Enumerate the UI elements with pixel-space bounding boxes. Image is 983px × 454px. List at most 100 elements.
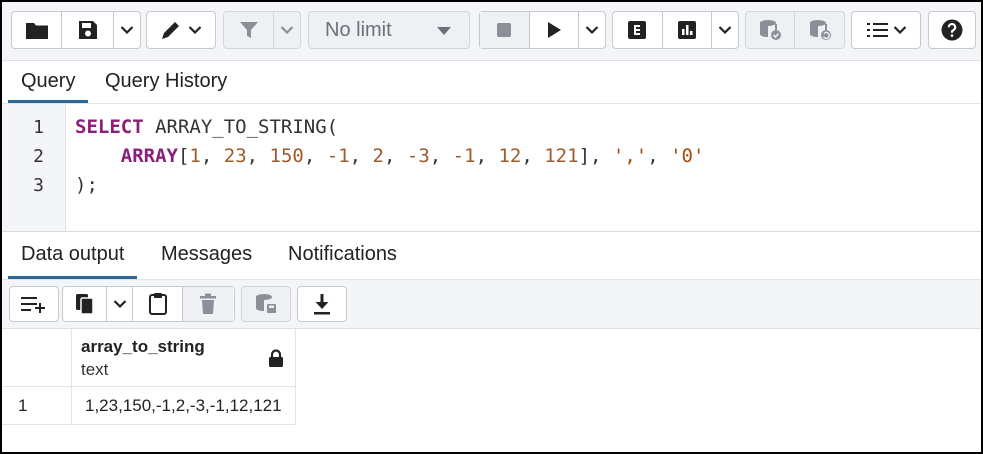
code-token: ARRAY	[120, 145, 178, 167]
save-file-button[interactable]	[62, 12, 114, 48]
bar-chart-icon	[677, 21, 696, 39]
play-icon	[547, 22, 561, 38]
edit-menu-button[interactable]	[147, 12, 215, 48]
chevron-down-icon	[585, 26, 599, 35]
execute-button[interactable]	[530, 12, 580, 48]
code-token: 1	[189, 145, 201, 167]
code-token: ,	[429, 145, 453, 167]
filter-button[interactable]	[224, 12, 274, 48]
database-rollback-icon	[809, 20, 831, 40]
tab-data-output[interactable]: Data output	[8, 233, 138, 279]
code-token: ,	[200, 145, 224, 167]
save-data-group	[241, 286, 291, 322]
tab-query[interactable]: Query	[8, 61, 89, 103]
line-number-gutter: 1 2 3	[2, 104, 66, 231]
chevron-down-icon	[188, 26, 202, 35]
help-button[interactable]	[929, 12, 975, 48]
code-token: ,	[349, 145, 373, 167]
delete-button[interactable]	[183, 287, 233, 321]
code-token: 12	[498, 145, 522, 167]
code-token: 23	[223, 145, 247, 167]
chevron-down-icon	[893, 26, 906, 35]
execute-options-dropdown[interactable]	[579, 12, 605, 48]
list-icon	[866, 23, 888, 37]
add-row-group	[9, 286, 59, 322]
database-commit-icon	[760, 20, 781, 40]
copy-button[interactable]	[63, 287, 107, 321]
code-token: -1	[452, 145, 476, 167]
chevron-down-icon	[718, 26, 732, 35]
code-token: 2	[372, 145, 384, 167]
chevron-down-icon	[280, 26, 294, 35]
tab-messages[interactable]: Messages	[148, 233, 265, 279]
download-button[interactable]	[298, 287, 346, 321]
code-line: );	[75, 174, 98, 196]
save-data-button[interactable]	[242, 287, 290, 321]
line-number: 2	[33, 146, 44, 167]
column-name: array_to_string	[81, 337, 205, 356]
code-token: -1	[326, 145, 350, 167]
tab-query-history[interactable]: Query History	[92, 61, 240, 103]
row-number[interactable]: 1	[2, 387, 72, 425]
explain-analyze-button[interactable]	[663, 12, 713, 48]
help-group	[928, 11, 976, 49]
add-row-icon	[21, 297, 45, 313]
column-type: text	[81, 360, 109, 379]
paste-button[interactable]	[133, 287, 183, 321]
column-header[interactable]: array_to_string text	[72, 329, 296, 387]
execute-group	[479, 11, 606, 49]
code-token: ,	[246, 145, 270, 167]
transaction-group	[745, 11, 845, 49]
tab-notifications[interactable]: Notifications	[275, 233, 410, 279]
result-tabs: Data output Messages Notifications	[2, 233, 981, 280]
filter-group	[223, 11, 301, 49]
filter-options-dropdown[interactable]	[274, 12, 300, 48]
explain-button[interactable]	[613, 12, 663, 48]
paste-icon	[148, 293, 167, 315]
line-number: 3	[33, 175, 44, 196]
commit-button[interactable]	[746, 12, 796, 48]
copy-options-dropdown[interactable]	[107, 287, 133, 321]
funnel-icon	[239, 22, 258, 38]
code-token: ,	[521, 145, 545, 167]
code-token: [	[177, 145, 190, 167]
sql-editor[interactable]: 1 2 3 SELECT ARRAY_TO_STRING( ARRAY[1, 2…	[2, 104, 981, 232]
add-row-button[interactable]	[10, 287, 58, 321]
query-toolbar: No limit	[2, 2, 981, 61]
code-token: ','	[612, 145, 648, 167]
stop-icon	[497, 23, 512, 37]
macros-group	[851, 11, 921, 49]
folder-icon	[25, 23, 48, 39]
code-token: ,	[475, 145, 499, 167]
open-file-button[interactable]	[12, 12, 62, 48]
chevron-down-icon	[120, 26, 134, 35]
code-token: ,	[647, 145, 671, 167]
code-token: -3	[406, 145, 430, 167]
table-cell[interactable]: 1,23,150,-1,2,-3,-1,12,121	[72, 387, 296, 425]
explain-icon	[628, 21, 647, 39]
code-token: 150	[269, 145, 304, 167]
query-tool-window: No limit Query Query History 1 2 3 SELEC…	[0, 0, 983, 454]
code-token: 121	[544, 145, 579, 167]
grid-corner[interactable]	[2, 329, 72, 387]
stop-button[interactable]	[480, 12, 530, 48]
database-save-icon	[256, 294, 276, 313]
code-line: ARRAY[1, 23, 150, -1, 2, -3, -1, 12, 121…	[75, 145, 705, 167]
help-icon	[941, 19, 963, 41]
chevron-down-icon	[113, 300, 126, 309]
row-limit-select[interactable]: No limit	[308, 11, 470, 49]
code-token: SELECT	[75, 116, 144, 138]
save-options-dropdown[interactable]	[114, 12, 140, 48]
explain-options-dropdown[interactable]	[712, 12, 738, 48]
file-group	[11, 11, 141, 49]
download-group	[297, 286, 347, 322]
code-token: );	[75, 174, 98, 196]
result-toolbar	[2, 280, 981, 329]
lock-icon	[269, 349, 283, 367]
query-tabs: Query Query History	[2, 61, 981, 104]
caret-down-icon	[437, 27, 451, 35]
explain-group	[612, 11, 739, 49]
rollback-button[interactable]	[795, 12, 844, 48]
macros-button[interactable]	[852, 12, 920, 48]
